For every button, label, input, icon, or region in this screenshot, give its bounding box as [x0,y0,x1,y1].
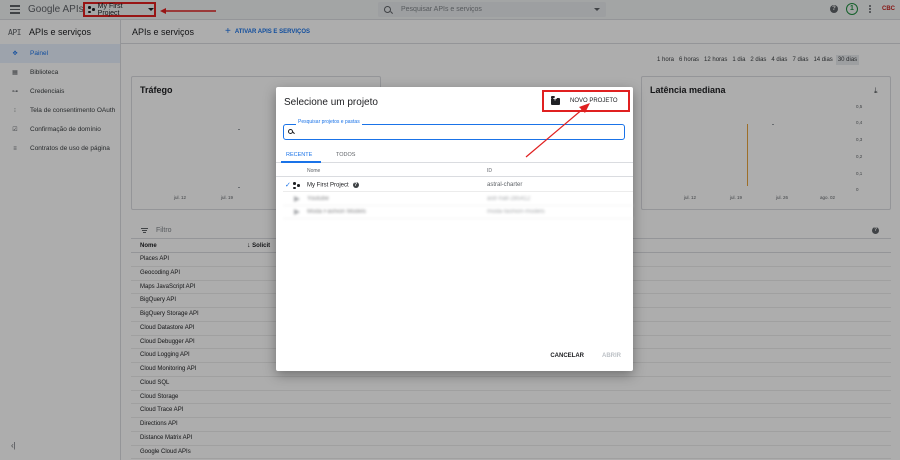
check-icon: ✓ [285,182,291,189]
search-label: Pesquisar projetos e pastas [296,119,362,125]
project-id: moda-fashion-models [487,209,545,215]
tab-recent[interactable]: RECENTE [286,152,312,158]
project-id: astr-hall-285412 [487,196,531,202]
play-icon [294,209,300,215]
project-name: Youtube [307,196,329,202]
column-id: ID [487,168,492,174]
help-icon[interactable]: ? [352,182,359,188]
cancel-button[interactable]: CANCELAR [550,353,584,359]
search-icon [288,128,293,134]
project-name: Moda Fashion Models [307,209,367,215]
project-row[interactable]: Moda Fashion Models moda-fashion-models [283,206,633,219]
project-row[interactable]: ✓ My First Project? astral-charter [283,179,633,192]
project-name: My First Project [307,182,349,189]
column-name: Nome [307,168,321,174]
project-id: astral-charter [487,182,523,188]
project-row[interactable]: Youtube astr-hall-285412 [283,193,633,206]
open-button[interactable]: ABRIR [602,353,621,359]
annotation-arrow-up [525,103,590,158]
project-icon [293,182,300,189]
active-tab-indicator [281,161,321,163]
project-list-header: Nome ID [276,165,633,177]
dialog-title: Selecione um projeto [284,97,378,108]
dialog-actions: CANCELAR ABRIR [550,353,621,359]
play-icon [294,196,300,202]
tab-all[interactable]: TODOS [336,152,355,158]
